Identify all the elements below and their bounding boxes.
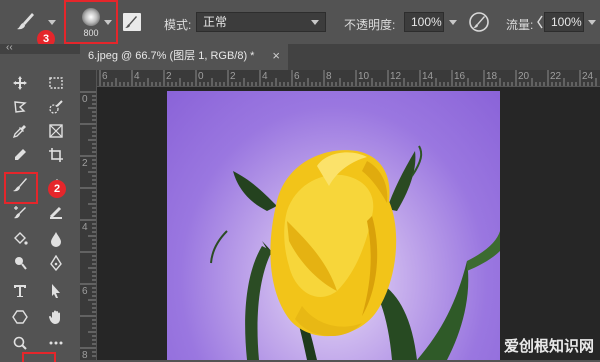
flow-field[interactable]: 100% xyxy=(544,12,584,32)
pressure-opacity-icon[interactable] xyxy=(468,11,490,33)
toolbox-collapse-button[interactable]: ‹‹ xyxy=(6,42,13,53)
ruler-label: 4 xyxy=(262,71,268,82)
shape-tool-icon[interactable] xyxy=(10,308,30,326)
ruler-label: 8 xyxy=(82,350,88,361)
horizontal-ruler: 6 4 2 0 2 4 6 8 10 12 14 16 18 20 22 24 xyxy=(80,70,600,87)
flow-scrubby-icon[interactable] xyxy=(537,15,543,29)
opacity-label: 不透明度: xyxy=(344,18,396,32)
flow-caret-icon[interactable] xyxy=(588,20,596,25)
yellow-rose-illustration xyxy=(210,145,500,360)
canvas-area[interactable]: 爱创根知识网 xyxy=(97,87,600,360)
mode-value: 正常 xyxy=(203,15,228,29)
document-tab[interactable]: 6.jpeg @ 66.7% (图层 1, RGB/8) * × xyxy=(80,44,288,70)
gradient-tool-icon[interactable] xyxy=(46,204,66,222)
type-tool-icon[interactable] xyxy=(10,282,30,300)
color-sampler-tool-icon[interactable] xyxy=(10,146,30,164)
brush-tool-highlight xyxy=(4,172,38,204)
ruler-label: 14 xyxy=(422,71,434,82)
ruler-label: 16 xyxy=(454,71,466,82)
flow-value: 100% xyxy=(551,15,582,29)
ruler-label: 20 xyxy=(518,71,530,82)
toolbox: ‹‹ 2 xyxy=(0,42,80,362)
ruler-label: 0 xyxy=(82,94,88,105)
options-bar: 800 模式: 正常 不透明度: 100% 流量: 100% 3 xyxy=(0,0,600,48)
bottom-tool-highlight xyxy=(22,352,56,362)
opacity-field[interactable]: 100% xyxy=(404,12,444,32)
lasso-tool-icon[interactable] xyxy=(10,98,30,116)
ruler-label: 10 xyxy=(358,71,370,82)
marquee-tool-icon[interactable] xyxy=(46,74,66,92)
quick-selection-tool-icon[interactable] xyxy=(46,98,66,116)
opacity-caret-icon[interactable] xyxy=(449,20,457,25)
crop-tool-icon[interactable] xyxy=(46,146,66,164)
frame-tool-icon[interactable] xyxy=(46,122,66,140)
vertical-ruler: 0 2 4 6 8 xyxy=(80,86,97,361)
toolbox-header: ‹‹ xyxy=(0,42,80,54)
ruler-label: 0 xyxy=(198,71,204,82)
tool-preset-caret-icon[interactable] xyxy=(48,20,56,25)
step-badge-2: 2 xyxy=(48,180,66,198)
mode-dropdown-caret-icon xyxy=(311,20,319,25)
mode-label: 模式: xyxy=(164,18,192,32)
history-brush-tool-icon[interactable] xyxy=(10,204,30,222)
ruler-label: 12 xyxy=(390,71,402,82)
ruler-label: 8 xyxy=(326,71,332,82)
hand-tool-icon[interactable] xyxy=(46,308,66,326)
document-tab-title: 6.jpeg @ 66.7% (图层 1, RGB/8) * xyxy=(88,50,255,62)
more-tools-icon[interactable] xyxy=(46,334,66,352)
ruler-label: 18 xyxy=(486,71,498,82)
blur-tool-icon[interactable] xyxy=(46,230,66,248)
pen-tool-icon[interactable] xyxy=(46,254,66,272)
paint-bucket-tool-icon[interactable] xyxy=(10,230,30,248)
ruler-label: 4 xyxy=(82,222,88,233)
ruler-label: 22 xyxy=(550,71,562,82)
move-tool-icon[interactable] xyxy=(10,74,30,92)
brush-settings-panel-icon[interactable] xyxy=(122,12,142,32)
ruler-label: 6 xyxy=(82,286,88,297)
brush-tool-preset-icon[interactable] xyxy=(14,10,38,32)
close-tab-button[interactable]: × xyxy=(272,44,280,68)
brush-picker-highlight xyxy=(64,0,118,44)
dodge-tool-icon[interactable] xyxy=(10,254,30,272)
document-tab-bar: 6.jpeg @ 66.7% (图层 1, RGB/8) * × xyxy=(80,44,600,70)
watermark: 爱创根知识网 xyxy=(503,338,594,355)
ruler-label: 2 xyxy=(82,158,88,169)
path-selection-tool-icon[interactable] xyxy=(46,282,66,300)
ruler-label: 6 xyxy=(294,71,300,82)
ruler-label: 2 xyxy=(166,71,172,82)
mode-dropdown[interactable]: 正常 xyxy=(196,12,326,32)
ruler-label: 6 xyxy=(102,71,108,82)
eyedropper-tool-icon[interactable] xyxy=(10,122,30,140)
ruler-label: 24 xyxy=(582,71,594,82)
opacity-value: 100% xyxy=(411,15,442,29)
flow-label: 流量: xyxy=(506,18,534,32)
zoom-tool-icon[interactable] xyxy=(10,334,30,352)
yellow-rose-image[interactable] xyxy=(167,91,500,360)
ruler-label: 4 xyxy=(134,71,140,82)
ruler-label: 2 xyxy=(230,71,236,82)
